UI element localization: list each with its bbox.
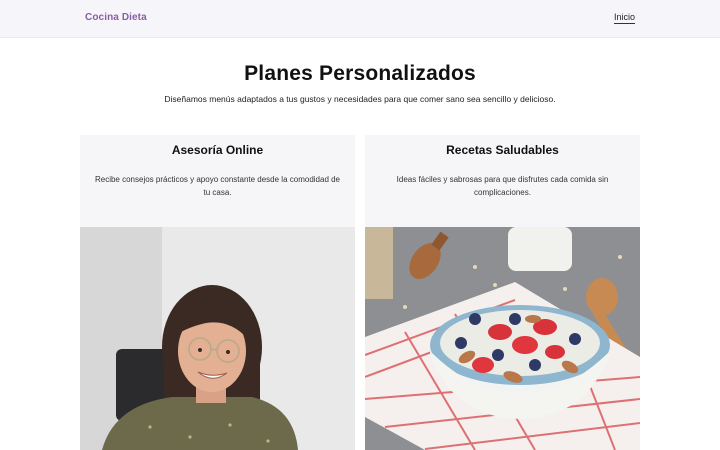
- service-card-recetas: Recetas Saludables Ideas fáciles y sabro…: [365, 135, 640, 450]
- brand-logo[interactable]: Cocina Dieta: [85, 12, 147, 23]
- oatmeal-bowl-photo: [365, 227, 640, 450]
- card-title: Asesoría Online: [171, 143, 264, 157]
- top-navbar: Cocina Dieta Inicio: [0, 0, 720, 38]
- page-title: Planes Personalizados: [244, 62, 476, 85]
- page-subtitle: Diseñamos menús adaptados a tus gustos y…: [164, 94, 556, 104]
- nav-link-inicio[interactable]: Inicio: [613, 12, 635, 24]
- portrait-photo: [80, 227, 355, 450]
- card-title: Recetas Saludables: [446, 143, 559, 157]
- card-description: Ideas fáciles y sabrosas para que disfru…: [396, 175, 609, 197]
- card-description: Recibe consejos prácticos y apoyo consta…: [94, 175, 341, 197]
- service-card-asesoria: Asesoría Online Recibe consejos práctico…: [80, 135, 355, 450]
